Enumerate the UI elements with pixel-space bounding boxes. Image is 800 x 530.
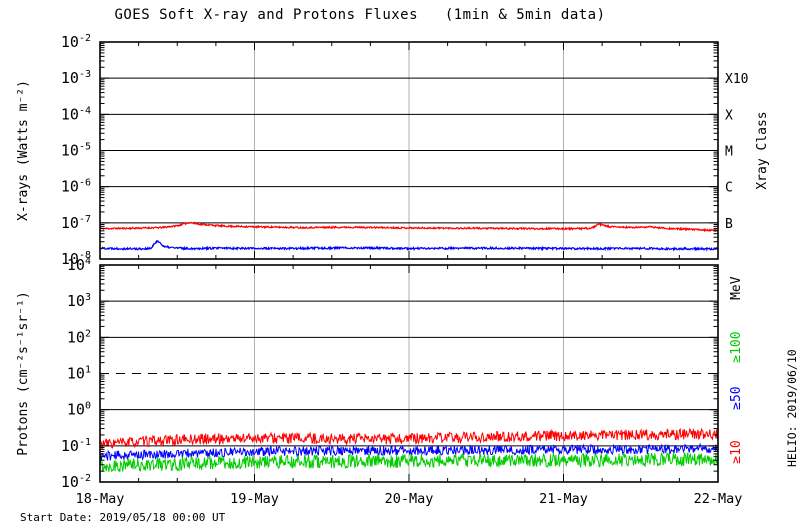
y-tick-label: 10-5: [61, 142, 91, 160]
right-axis-title: Xray Class: [755, 111, 770, 189]
y-tick-label: 10-1: [61, 437, 91, 455]
y-axis-title-xray: X-rays (Watts m⁻²): [16, 80, 31, 221]
x-tick-label-20-May: 20-May: [385, 491, 434, 507]
right-label-M: M: [725, 145, 733, 160]
panel-xray: 10-210-310-410-510-610-710-8X10XMCBX-ray…: [16, 33, 770, 268]
panel-protons: 104 103 102 101 100 10-1 10-2 MeV ≥100 ≥50 ≥10 Prot…: [16, 256, 744, 491]
right-label-≥10: ≥10: [729, 440, 744, 463]
goes-flux-chart: GOES Soft X-ray and Protons Fluxes (1min…: [0, 0, 800, 530]
y-axis-title-protons: Protons (cm⁻²s⁻¹sr⁻¹): [16, 291, 31, 455]
x-tick-label-21-May: 21-May: [539, 491, 588, 507]
right-label-X: X: [725, 108, 733, 123]
start-date-label: Start Date: 2019/05/18 00:00 UT: [20, 511, 225, 524]
y-tick-label: 101: [67, 365, 91, 383]
y-tick-label: 10-4: [61, 105, 91, 123]
x-tick-label-19-May: 19-May: [230, 491, 279, 507]
right-label-C: C: [725, 181, 733, 196]
right-label-MeV: MeV: [729, 276, 744, 300]
right-label-≥100: ≥100: [729, 331, 744, 362]
right-label-X10: X10: [725, 72, 748, 87]
y-tick-label: 10-6: [61, 178, 91, 196]
y-tick-label: 100: [67, 401, 91, 419]
y-tick-label: 103: [67, 292, 91, 310]
helio-watermark: HELIO: 2019/06/10: [785, 337, 799, 467]
y-tick-label: 10-2: [61, 33, 91, 51]
y-tick-label: 102: [67, 328, 91, 346]
x-tick-label-22-May: 22-May: [694, 491, 743, 507]
y-tick-label: 10-3: [61, 69, 91, 87]
plot-area: 10-210-310-410-510-610-710-8X10XMCBX-ray…: [0, 0, 800, 530]
right-label-B: B: [725, 217, 733, 232]
y-tick-label: 10-7: [61, 214, 91, 232]
y-tick-label: 104: [67, 256, 91, 274]
x-tick-label-18-May: 18-May: [76, 491, 125, 507]
y-tick-label: 10-2: [61, 473, 91, 491]
right-label-≥50: ≥50: [729, 386, 744, 409]
